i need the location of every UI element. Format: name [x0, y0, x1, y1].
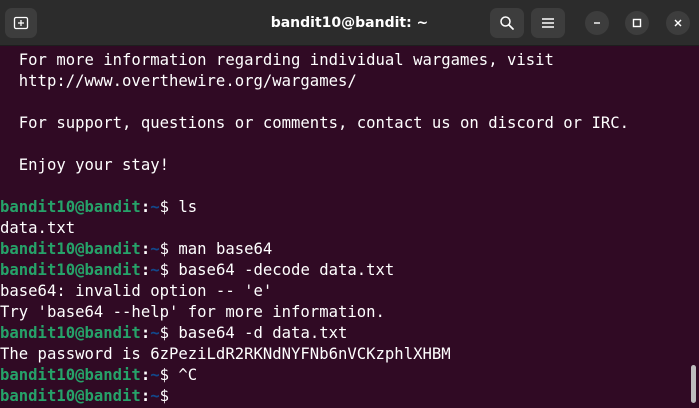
- close-button[interactable]: [666, 11, 690, 35]
- output-line: data.txt: [0, 219, 76, 237]
- prompt-symbol: $: [159, 261, 179, 279]
- motd-line: [0, 92, 690, 113]
- output-line: Try 'base64 --help' for more information…: [0, 303, 385, 321]
- prompt-colon: :: [140, 366, 151, 384]
- search-button[interactable]: [490, 8, 524, 38]
- prompt-colon: :: [140, 261, 151, 279]
- prompt-line: bandit10@bandit:~$: [0, 386, 690, 407]
- motd-line: For more information regarding individua…: [0, 51, 554, 69]
- close-icon: [674, 19, 682, 27]
- hamburger-menu-icon: [542, 18, 554, 28]
- prompt-symbol: $: [159, 198, 179, 216]
- prompt-symbol: $: [159, 387, 179, 405]
- minimize-button[interactable]: [585, 11, 609, 35]
- prompt-colon: :: [140, 324, 151, 342]
- prompt-user: bandit10@bandit: [0, 324, 141, 342]
- new-tab-button[interactable]: [5, 8, 37, 38]
- maximize-button[interactable]: [625, 11, 649, 35]
- prompt-path: ~: [150, 240, 160, 258]
- motd-line: [0, 176, 690, 197]
- prompt-line: bandit10@bandit:~$ ls: [0, 197, 690, 218]
- minimize-icon: [594, 22, 600, 24]
- title-bar: bandit10@bandit: ~: [0, 0, 699, 46]
- prompt-line: bandit10@bandit:~$ base64 -decode data.t…: [0, 260, 690, 281]
- command-text: ^C: [178, 366, 198, 384]
- prompt-line: bandit10@bandit:~$ man base64: [0, 239, 690, 260]
- prompt-path: ~: [150, 261, 160, 279]
- output-line: The password is 6zPeziLdR2RKNdNYFNb6nVCK…: [0, 345, 451, 363]
- prompt-user: bandit10@bandit: [0, 366, 141, 384]
- prompt-user: bandit10@bandit: [0, 261, 141, 279]
- scrollbar-thumb[interactable]: [691, 365, 696, 403]
- prompt-colon: :: [140, 387, 151, 405]
- search-icon: [500, 16, 514, 30]
- prompt-symbol: $: [159, 366, 179, 384]
- motd-line: For support, questions or comments, cont…: [0, 114, 630, 132]
- command-text: base64 -d data.txt: [178, 324, 348, 342]
- command-text: man base64: [178, 240, 273, 258]
- prompt-user: bandit10@bandit: [0, 198, 141, 216]
- prompt-user: bandit10@bandit: [0, 240, 141, 258]
- prompt-line: bandit10@bandit:~$ ^C: [0, 365, 690, 386]
- terminal-window: bandit10@bandit: ~ For more information …: [0, 0, 699, 408]
- prompt-path: ~: [150, 198, 160, 216]
- prompt-path: ~: [150, 366, 160, 384]
- output-line: base64: invalid option -- 'e': [0, 282, 273, 300]
- new-tab-icon: [13, 16, 29, 30]
- prompt-path: ~: [150, 324, 160, 342]
- prompt-path: ~: [150, 387, 160, 405]
- command-text: ls: [178, 198, 198, 216]
- menu-button[interactable]: [531, 8, 565, 38]
- terminal-output[interactable]: For more information regarding individua…: [0, 47, 690, 408]
- prompt-colon: :: [140, 240, 151, 258]
- prompt-colon: :: [140, 198, 151, 216]
- prompt-user: bandit10@bandit: [0, 387, 141, 405]
- prompt-symbol: $: [159, 240, 179, 258]
- prompt-line: bandit10@bandit:~$ base64 -d data.txt: [0, 323, 690, 344]
- prompt-symbol: $: [159, 324, 179, 342]
- maximize-icon: [632, 18, 642, 28]
- motd-line: http://www.overthewire.org/wargames/: [0, 72, 357, 90]
- motd-line: Enjoy your stay!: [0, 156, 169, 174]
- command-text: base64 -decode data.txt: [178, 261, 395, 279]
- motd-line: [0, 134, 690, 155]
